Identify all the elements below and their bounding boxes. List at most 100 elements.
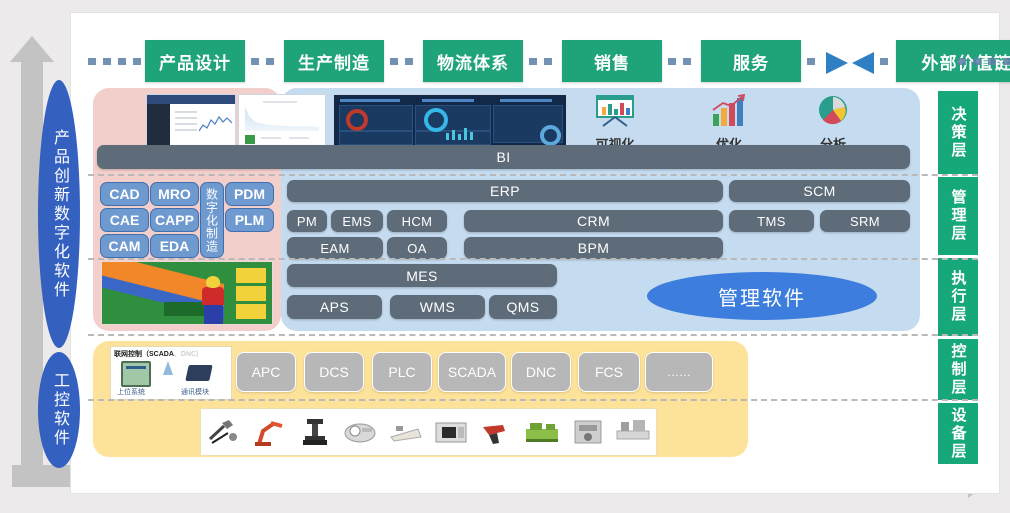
module-eam[interactable]: EAM (287, 237, 383, 259)
software-cam[interactable]: CAM (100, 234, 149, 258)
module-bpm[interactable]: BPM (464, 237, 723, 259)
chain-step-service[interactable]: 服务 (701, 40, 801, 82)
value-chain-bar: 产品设计 生产制造 物流体系 销售 服务 外部价值链 (88, 40, 1010, 84)
control-module-more[interactable]: …… (645, 352, 713, 392)
thumbnail-bi-dashboard (333, 94, 567, 148)
dash-bar (458, 134, 461, 140)
software-digital-manufacturing[interactable]: 数字化制造 (200, 182, 224, 258)
separator-management (88, 258, 978, 260)
dots-4 (668, 58, 691, 65)
module-scm[interactable]: SCM (729, 180, 910, 202)
software-eda[interactable]: EDA (150, 234, 199, 258)
layer-tag-execution: 执行层 (938, 258, 978, 336)
scada-label-comm: 通讯模块 (181, 389, 209, 396)
worker-body (202, 287, 224, 305)
yellow-crate (236, 268, 266, 283)
yellow-crate (236, 286, 266, 301)
layer-tag-equipment: 设备层 (938, 403, 978, 464)
control-module-plc[interactable]: PLC (372, 352, 432, 392)
software-cad[interactable]: CAD (100, 182, 149, 206)
equipment-conveyor-icon (388, 417, 424, 447)
equipment-production-line-icon (615, 417, 651, 447)
software-cae[interactable]: CAE (100, 208, 149, 232)
label-industrial-control-software: 工控软件 (38, 352, 80, 468)
software-mro[interactable]: MRO (150, 182, 199, 206)
thumb-topbar (147, 95, 235, 104)
label-product-innovation-software: 产品创新数字化软件 (38, 80, 80, 348)
thumb-line (261, 137, 281, 139)
module-oa[interactable]: OA (387, 237, 447, 259)
module-bi[interactable]: BI (97, 145, 910, 169)
callout-management-software: 管理软件 (647, 272, 877, 320)
visualization-icon (596, 95, 634, 127)
equipment-handheld-scanner-icon (479, 417, 515, 447)
chain-step-logistics[interactable]: 物流体系 (423, 40, 523, 82)
module-pm[interactable]: PM (287, 210, 327, 232)
equipment-tools-icon (206, 417, 242, 447)
layer-tag-control: 控制层 (938, 339, 978, 400)
dash-bar (464, 128, 467, 140)
software-plm[interactable]: PLM (225, 208, 274, 232)
control-module-apc[interactable]: APC (236, 352, 296, 392)
dots-6 (880, 58, 888, 65)
dash-donut-icon (346, 109, 368, 131)
equipment-injection-molder-icon (524, 417, 560, 447)
module-aps[interactable]: APS (287, 295, 382, 319)
control-module-dnc[interactable]: DNC (511, 352, 571, 392)
control-module-dcs[interactable]: DCS (304, 352, 364, 392)
module-wms[interactable]: WMS (390, 295, 485, 319)
layer-tag-management: 管理层 (938, 177, 978, 255)
diagram-canvas: 产品设计 生产制造 物流体系 销售 服务 外部价值链 产品创新数字化软件 工控软… (0, 0, 1010, 513)
dash-bar (452, 130, 455, 140)
equipment-lathe-icon (570, 417, 606, 447)
module-erp[interactable]: ERP (287, 180, 723, 202)
thumbnail-report-app (238, 94, 326, 148)
analysis-icon (819, 96, 847, 125)
dash-gauge-icon (540, 125, 561, 146)
dots-5 (807, 58, 815, 65)
chain-step-sales[interactable]: 销售 (562, 40, 662, 82)
control-module-fcs[interactable]: FCS (578, 352, 640, 392)
thumb-green-box (245, 135, 255, 144)
module-srm[interactable]: SRM (820, 210, 910, 232)
triangle-left-icon (852, 52, 874, 74)
chain-step-product-design[interactable]: 产品设计 (145, 40, 245, 82)
dots-1 (251, 58, 274, 65)
thumb-line (175, 117, 197, 119)
layer-tag-decision: 决策层 (938, 91, 978, 174)
hmi-monitor-icon (121, 361, 151, 387)
module-tms[interactable]: TMS (729, 210, 814, 232)
equipment-press-machine-icon (297, 417, 333, 447)
separator-execution (88, 334, 978, 336)
factory-assembly-illustration (101, 261, 273, 325)
module-mes[interactable]: MES (287, 264, 557, 287)
bidirectional-arrow-icon (826, 52, 874, 74)
module-crm[interactable]: CRM (464, 210, 723, 232)
module-qms[interactable]: QMS (489, 295, 557, 319)
dash-title (422, 99, 474, 102)
dash-title (340, 99, 400, 102)
equipment-machining-center-icon (433, 417, 469, 447)
software-capp[interactable]: CAPP (150, 208, 199, 232)
worker-legs (204, 304, 223, 324)
thumbnail-analytics-app (146, 94, 236, 148)
equipment-photo-strip (200, 408, 657, 456)
thumb-line (263, 101, 297, 103)
scada-photo-card: 联网控制（SCADA、DNC） 上位系统 通讯模块 (110, 346, 232, 400)
equipment-robot-arm-icon (251, 417, 287, 447)
module-ems[interactable]: EMS (331, 210, 383, 232)
chain-step-manufacturing[interactable]: 生产制造 (284, 40, 384, 82)
dash-bar (446, 133, 449, 140)
scada-caption: 联网控制（SCADA、DNC） (114, 351, 204, 358)
thumb-line (175, 111, 197, 113)
thumb-area-chart (245, 107, 319, 131)
dash-card (339, 131, 413, 145)
software-pdm[interactable]: PDM (225, 182, 274, 206)
triangle-right-icon (826, 52, 848, 74)
control-module-scada[interactable]: SCADA (438, 352, 506, 392)
module-hcm[interactable]: HCM (387, 210, 447, 232)
worker-head (206, 276, 220, 288)
yellow-crate (236, 304, 266, 319)
wireless-signal-icon (163, 361, 173, 375)
dash-bar (470, 132, 473, 140)
